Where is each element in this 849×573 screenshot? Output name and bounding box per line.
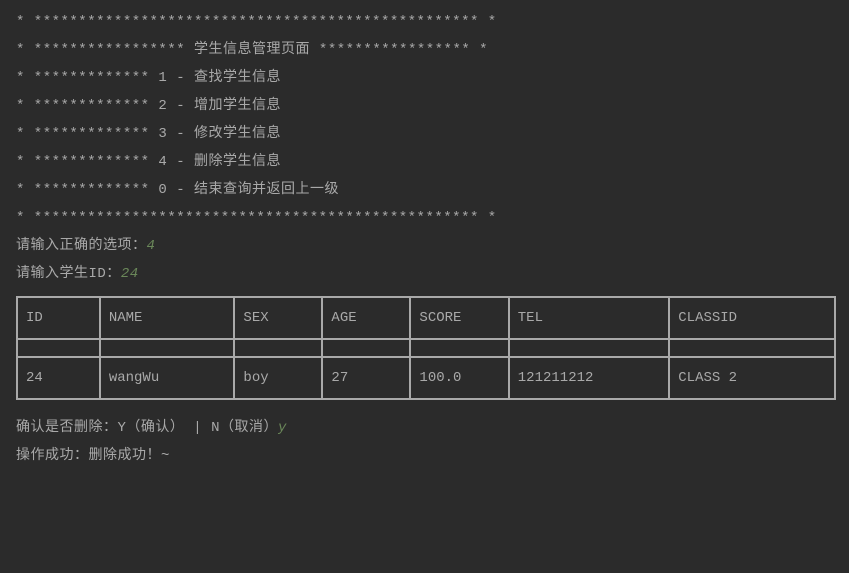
menu-option-3: * ************* 3 - 修改学生信息	[16, 120, 833, 148]
cell-score: 100.0	[410, 357, 508, 399]
cell-age: 27	[322, 357, 410, 399]
menu-title: * ***************** 学生信息管理页面 ***********…	[16, 36, 833, 64]
header-name: NAME	[100, 297, 235, 339]
header-classid: CLASSID	[669, 297, 835, 339]
header-id: ID	[17, 297, 100, 339]
confirm-label: 确认是否删除：Y（确认） | N（取消）	[16, 420, 278, 436]
table-spacer	[17, 339, 835, 357]
prompt-select-input[interactable]: 4	[147, 238, 156, 254]
cell-id: 24	[17, 357, 100, 399]
header-tel: TEL	[509, 297, 669, 339]
menu-option-2: * ************* 2 - 增加学生信息	[16, 92, 833, 120]
header-sex: SEX	[234, 297, 322, 339]
student-table: ID NAME SEX AGE SCORE TEL CLASSID 24 wan…	[16, 296, 836, 400]
menu-border-bottom: * **************************************…	[16, 204, 833, 232]
cell-tel: 121211212	[509, 357, 669, 399]
menu-option-4: * ************* 4 - 删除学生信息	[16, 148, 833, 176]
header-score: SCORE	[410, 297, 508, 339]
table-header-row: ID NAME SEX AGE SCORE TEL CLASSID	[17, 297, 835, 339]
cell-sex: boy	[234, 357, 322, 399]
prompt-select-label: 请输入正确的选项：	[16, 238, 147, 254]
cell-classid: CLASS 2	[669, 357, 835, 399]
table-row: 24 wangWu boy 27 100.0 121211212 CLASS 2	[17, 357, 835, 399]
prompt-select: 请输入正确的选项：4	[16, 232, 833, 260]
result-message: 操作成功：删除成功！~	[16, 442, 833, 470]
prompt-id-label: 请输入学生ID：	[16, 266, 121, 282]
confirm-prompt: 确认是否删除：Y（确认） | N（取消）y	[16, 414, 833, 442]
prompt-id: 请输入学生ID：24	[16, 260, 833, 288]
menu-border-top: * **************************************…	[16, 8, 833, 36]
cell-name: wangWu	[100, 357, 235, 399]
menu-option-1: * ************* 1 - 查找学生信息	[16, 64, 833, 92]
prompt-id-input[interactable]: 24	[121, 266, 139, 282]
confirm-input[interactable]: y	[278, 420, 287, 436]
header-age: AGE	[322, 297, 410, 339]
menu-option-0: * ************* 0 - 结束查询并返回上一级	[16, 176, 833, 204]
